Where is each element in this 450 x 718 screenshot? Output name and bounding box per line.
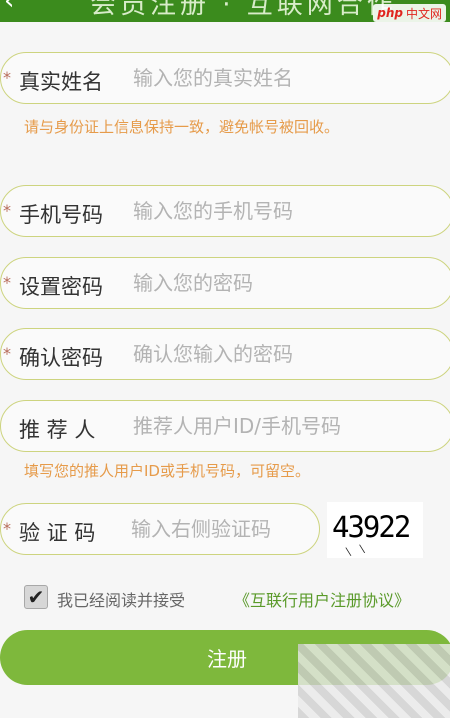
referrer-field: 推 荐 人 bbox=[0, 400, 450, 452]
agreement-text: 我已经阅读并接受 bbox=[57, 591, 186, 610]
back-icon[interactable]: ‹ bbox=[4, 0, 14, 16]
captcha-field: * 验 证 码 bbox=[0, 503, 320, 555]
required-mark: * bbox=[3, 273, 11, 292]
referrer-input[interactable] bbox=[133, 411, 433, 441]
captcha-image[interactable]: 43922 ﹨﹨ bbox=[327, 502, 423, 561]
name-input[interactable] bbox=[133, 63, 433, 93]
captcha-label: 验 证 码 bbox=[19, 521, 96, 545]
password-input[interactable] bbox=[133, 268, 433, 298]
name-field: * 真实姓名 bbox=[0, 52, 450, 104]
password-field: * 设置密码 bbox=[0, 257, 450, 309]
watermark-php: php bbox=[377, 6, 403, 20]
referrer-label: 推 荐 人 bbox=[19, 418, 96, 442]
agreement-row: ✔ 我已经阅读并接受 《互联行用户注册协议》 bbox=[24, 584, 444, 612]
checkmark-icon: ✔ bbox=[27, 585, 45, 609]
required-mark: * bbox=[3, 201, 11, 220]
required-mark: * bbox=[3, 344, 11, 363]
watermark-cn: 中文网 bbox=[405, 6, 442, 21]
referrer-hint: 填写您的推人用户ID或手机号码，可留空。 bbox=[24, 462, 310, 480]
captcha-input[interactable] bbox=[131, 514, 311, 544]
mosaic-overlay bbox=[298, 644, 450, 718]
name-hint: 请与身份证上信息保持一致，避免帐号被回收。 bbox=[24, 118, 340, 136]
phone-input[interactable] bbox=[133, 196, 433, 226]
page-title: 会员注册 · 互联网合作 bbox=[90, 0, 397, 20]
confirm-password-field: * 确认密码 bbox=[0, 328, 450, 380]
agreement-checkbox[interactable]: ✔ bbox=[24, 585, 48, 609]
top-bar: ‹ 会员注册 · 互联网合作 php 中文网 bbox=[0, 0, 450, 22]
confirm-password-input[interactable] bbox=[133, 339, 433, 369]
agreement-link[interactable]: 《互联行用户注册协议》 bbox=[234, 587, 410, 611]
required-mark: * bbox=[3, 519, 11, 538]
phone-field: * 手机号码 bbox=[0, 185, 450, 237]
php-watermark-logo: php 中文网 bbox=[373, 4, 446, 22]
phone-label: 手机号码 bbox=[19, 203, 103, 227]
confirm-password-label: 确认密码 bbox=[19, 346, 103, 370]
required-mark: * bbox=[3, 68, 11, 87]
password-label: 设置密码 bbox=[19, 275, 103, 299]
name-label: 真实姓名 bbox=[19, 70, 103, 94]
